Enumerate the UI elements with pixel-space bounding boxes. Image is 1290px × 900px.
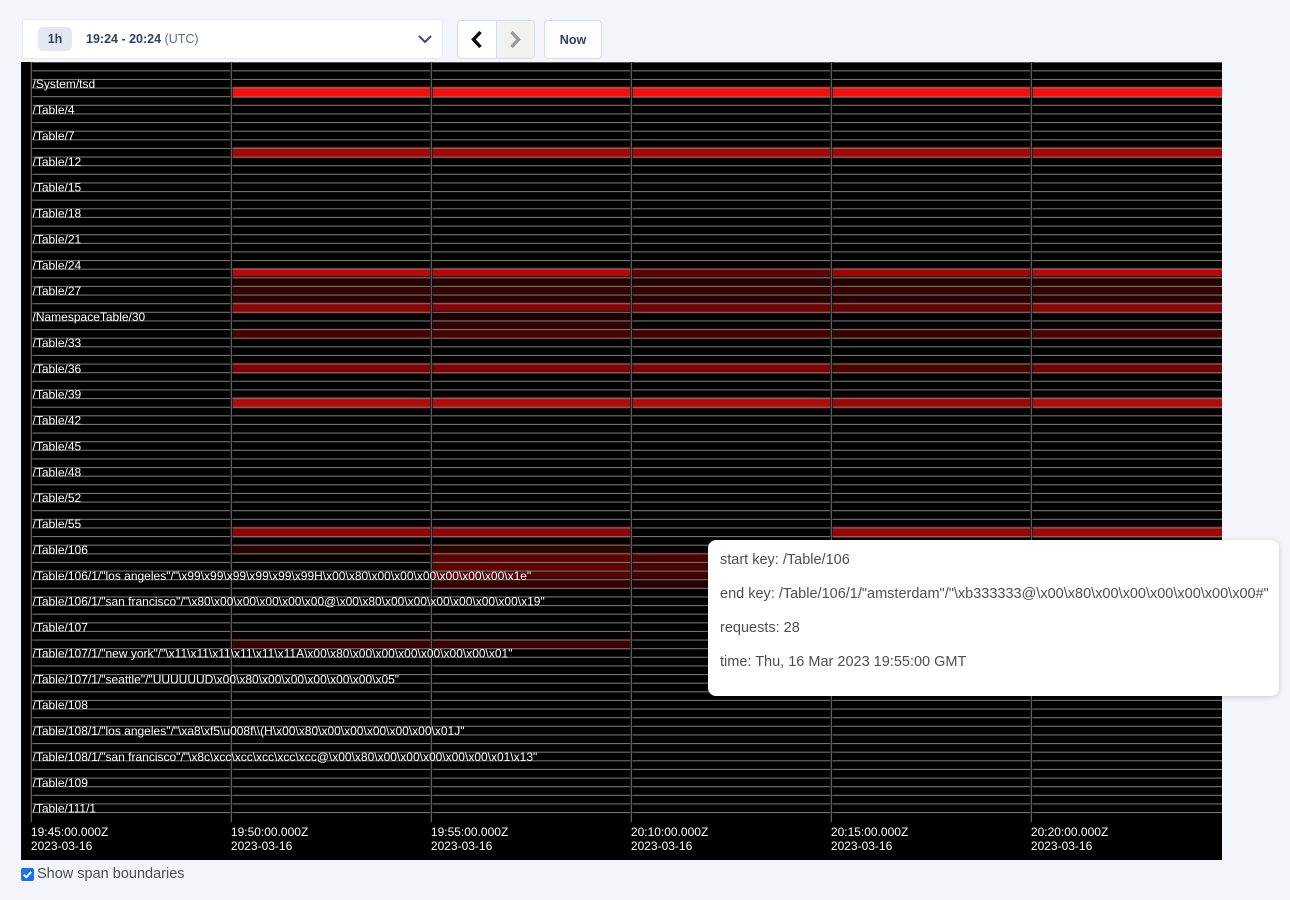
- svg-text:/Table/24: /Table/24: [33, 258, 82, 272]
- svg-text:2023-03-16: 2023-03-16: [231, 839, 293, 853]
- svg-text:/Table/107/1/"new york"/"\x11\: /Table/107/1/"new york"/"\x11\x11\x11\x1…: [33, 646, 513, 660]
- svg-text:/System/tsd: /System/tsd: [33, 77, 96, 91]
- svg-text:20:20:00.000Z: 20:20:00.000Z: [1031, 825, 1108, 839]
- svg-text:/Table/33: /Table/33: [33, 336, 82, 350]
- svg-text:2023-03-16: 2023-03-16: [631, 839, 693, 853]
- svg-text:/Table/109: /Table/109: [33, 776, 89, 790]
- svg-text:/Table/4: /Table/4: [33, 103, 75, 117]
- svg-text:20:15:00.000Z: 20:15:00.000Z: [831, 825, 908, 839]
- svg-text:/Table/42: /Table/42: [33, 414, 82, 428]
- svg-text:/Table/108/1/"los angeles"/"\x: /Table/108/1/"los angeles"/"\xa8\xf5\u00…: [33, 724, 465, 738]
- svg-text:19:45:00.000Z: 19:45:00.000Z: [31, 825, 108, 839]
- svg-text:/Table/111/1: /Table/111/1: [33, 802, 97, 816]
- svg-text:/Table/52: /Table/52: [33, 491, 82, 505]
- svg-text:/Table/108: /Table/108: [33, 698, 89, 712]
- svg-text:/Table/107: /Table/107: [33, 621, 89, 635]
- svg-text:/Table/48: /Table/48: [33, 465, 82, 479]
- svg-text:20:10:00.000Z: 20:10:00.000Z: [631, 825, 708, 839]
- svg-text:/Table/7: /Table/7: [33, 129, 75, 143]
- svg-text:/Table/106/1/"los angeles"/"\x: /Table/106/1/"los angeles"/"\x99\x99\x99…: [33, 569, 532, 583]
- svg-text:/NamespaceTable/30: /NamespaceTable/30: [33, 310, 146, 324]
- svg-text:/Table/106: /Table/106: [33, 543, 89, 557]
- svg-text:/Table/107/1/"seattle"/"UUUUUU: /Table/107/1/"seattle"/"UUUUUUD\x00\x80\…: [33, 672, 400, 686]
- svg-text:/Table/55: /Table/55: [33, 517, 82, 531]
- svg-text:/Table/18: /Table/18: [33, 207, 82, 221]
- svg-text:2023-03-16: 2023-03-16: [31, 839, 93, 853]
- svg-text:/Table/27: /Table/27: [33, 284, 82, 298]
- svg-text:/Table/106/1/"san francisco"/": /Table/106/1/"san francisco"/"\x80\x00\x…: [33, 595, 545, 609]
- svg-text:/Table/45: /Table/45: [33, 439, 82, 453]
- svg-text:19:50:00.000Z: 19:50:00.000Z: [231, 825, 308, 839]
- svg-text:2023-03-16: 2023-03-16: [431, 839, 493, 853]
- svg-text:/Table/12: /Table/12: [33, 155, 82, 169]
- svg-text:/Table/15: /Table/15: [33, 181, 82, 195]
- svg-text:19:55:00.000Z: 19:55:00.000Z: [431, 825, 508, 839]
- svg-text:/Table/36: /Table/36: [33, 362, 82, 376]
- svg-text:/Table/21: /Table/21: [33, 232, 82, 246]
- svg-text:2023-03-16: 2023-03-16: [1031, 839, 1093, 853]
- svg-text:/Table/39: /Table/39: [33, 388, 82, 402]
- svg-text:/Table/108/1/"san francisco"/": /Table/108/1/"san francisco"/"\x8c\xcc\x…: [33, 750, 538, 764]
- svg-text:2023-03-16: 2023-03-16: [831, 839, 893, 853]
